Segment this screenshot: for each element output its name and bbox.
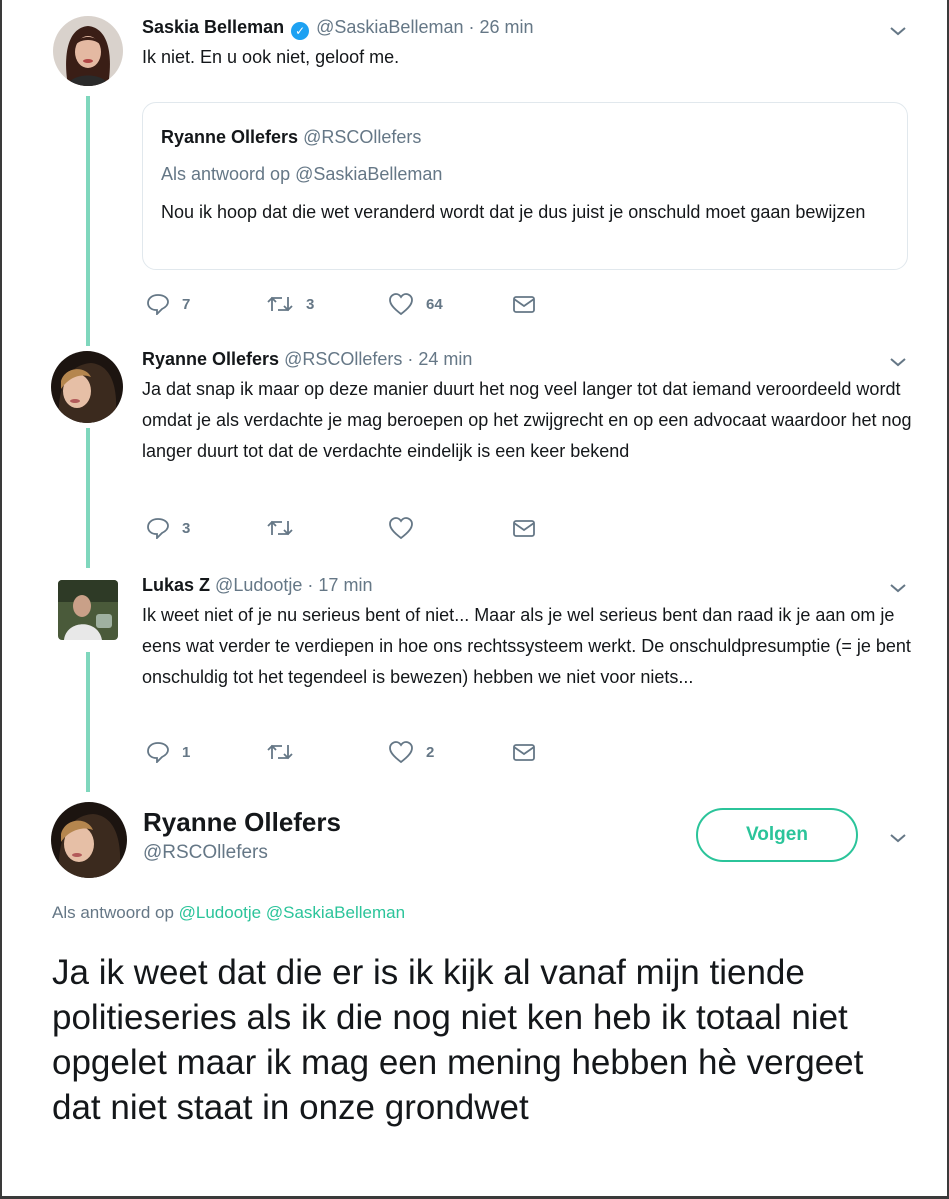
tweet-actions: 7 3 64 — [146, 290, 546, 318]
dm-button[interactable] — [512, 514, 536, 542]
separator: · — [307, 575, 314, 595]
author-name[interactable]: Ryanne Ollefers — [142, 349, 279, 369]
avatar-ryanne-main[interactable] — [51, 802, 127, 878]
separator: · — [468, 17, 475, 37]
dm-button[interactable] — [512, 738, 536, 766]
reply-count: 1 — [182, 743, 191, 761]
chevron-down-icon[interactable] — [886, 826, 910, 850]
chevron-down-icon[interactable] — [886, 350, 910, 374]
retweet-icon — [267, 296, 293, 312]
reply-icon — [147, 294, 169, 315]
retweet-count: 3 — [306, 295, 315, 313]
like-button[interactable] — [388, 514, 426, 542]
chevron-down-icon[interactable] — [886, 19, 910, 43]
dm-button[interactable] — [512, 290, 536, 318]
retweet-button[interactable] — [266, 514, 306, 542]
envelope-icon — [513, 520, 535, 537]
reply-prefix: Als antwoord op — [52, 903, 174, 922]
author-name[interactable]: Lukas Z — [142, 575, 210, 595]
reply-button[interactable]: 3 — [146, 514, 190, 542]
thread-line — [86, 428, 90, 568]
thread-line — [86, 96, 90, 346]
like-count: 64 — [426, 295, 443, 313]
tweet-text: Ik weet niet of je nu serieus bent of ni… — [142, 605, 911, 687]
avatar-saskia[interactable] — [53, 16, 123, 86]
heart-icon — [389, 517, 413, 540]
envelope-icon — [513, 296, 535, 313]
retweet-button[interactable] — [266, 738, 306, 766]
timestamp[interactable]: 26 min — [480, 17, 534, 37]
reply-button[interactable]: 1 — [146, 738, 190, 766]
timestamp[interactable]: 24 min — [418, 349, 472, 369]
retweet-button[interactable]: 3 — [266, 290, 314, 318]
quoted-reply-context: Als antwoord op @SaskiaBelleman — [161, 164, 442, 185]
heart-icon — [389, 293, 413, 316]
follow-button[interactable]: Volgen — [696, 808, 858, 862]
quoted-author-handle: @RSCOllefers — [303, 127, 422, 147]
reply-count: 7 — [182, 295, 191, 313]
avatar-ryanne[interactable] — [51, 351, 123, 423]
tweet-actions: 1 2 — [146, 738, 546, 766]
author-name[interactable]: Ryanne Ollefers — [143, 807, 341, 838]
reply-icon — [147, 742, 169, 763]
quoted-text: Nou ik hoop dat die wet veranderd wordt … — [161, 202, 866, 222]
like-count: 2 — [426, 743, 435, 761]
author-handle[interactable]: @SaskiaBelleman — [316, 17, 463, 37]
reply-count: 3 — [182, 519, 191, 537]
reply-mention[interactable]: @SaskiaBelleman — [295, 164, 442, 184]
thread-line — [86, 652, 90, 792]
author-handle[interactable]: @RSCOllefers — [284, 349, 402, 369]
author-handle[interactable]: @Ludootje — [215, 575, 302, 595]
tweet-header: Lukas Z @Ludootje · 17 min — [142, 575, 372, 596]
reply-prefix: Als antwoord op — [161, 164, 291, 184]
timestamp[interactable]: 17 min — [318, 575, 372, 595]
mention-ludootje[interactable]: @Ludootje — [179, 903, 262, 922]
retweet-icon — [267, 744, 293, 760]
tweet-text: Ik niet. En u ook niet, geloof me. — [142, 47, 400, 67]
author-name[interactable]: Saskia Belleman — [142, 17, 284, 37]
reply-context: Als antwoord op @Ludootje @SaskiaBellema… — [52, 903, 405, 923]
separator: · — [407, 349, 414, 369]
like-button[interactable]: 64 — [388, 290, 443, 318]
reply-icon — [147, 518, 169, 539]
main-tweet-text: Ja ik weet dat die er is ik kijk al vana… — [52, 953, 864, 1127]
avatar-lukas[interactable] — [58, 580, 118, 640]
envelope-icon — [513, 744, 535, 761]
author-handle[interactable]: @RSCOllefers — [143, 842, 268, 864]
chevron-down-icon[interactable] — [886, 576, 910, 600]
quoted-author: Ryanne Ollefers @RSCOllefers — [161, 127, 421, 148]
tweet-header: Saskia Belleman ✓ @SaskiaBelleman · 26 m… — [142, 17, 534, 40]
quoted-author-name: Ryanne Ollefers — [161, 127, 299, 147]
retweet-icon — [267, 520, 293, 536]
mention-saskiabelleman[interactable]: @SaskiaBelleman — [266, 903, 405, 922]
tweet-text: Ja dat snap ik maar op deze manier duurt… — [142, 379, 912, 461]
reply-button[interactable]: 7 — [146, 290, 190, 318]
like-button[interactable]: 2 — [388, 738, 434, 766]
tweet-actions: 3 — [146, 514, 546, 542]
verified-badge-icon: ✓ — [291, 22, 310, 40]
quoted-tweet[interactable]: Ryanne Ollefers @RSCOllefers Als antwoor… — [142, 102, 908, 270]
heart-icon — [389, 741, 413, 764]
tweet-header: Ryanne Ollefers @RSCOllefers · 24 min — [142, 349, 472, 370]
